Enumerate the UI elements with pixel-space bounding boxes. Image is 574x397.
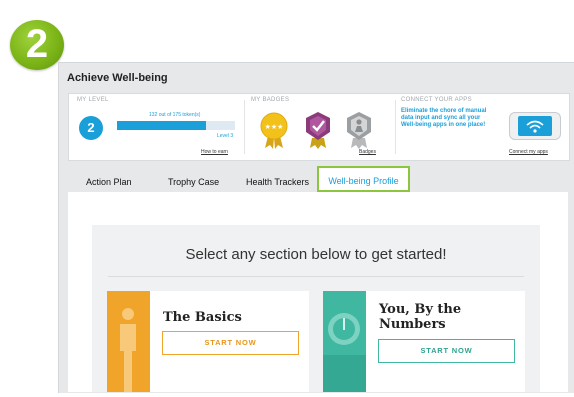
the-basics-title: The Basics — [163, 310, 242, 325]
step-number-badge: 2 — [10, 20, 64, 70]
tab-action-plan[interactable]: Action Plan — [86, 177, 132, 187]
how-to-earn-link[interactable]: How to earn — [201, 149, 228, 155]
page-title: Achieve Well-being — [67, 72, 168, 84]
divider — [108, 276, 524, 277]
my-level-label: MY LEVEL — [77, 97, 109, 103]
svg-text:★★★: ★★★ — [265, 123, 284, 131]
the-basics-card[interactable]: The Basics START NOW — [107, 291, 309, 392]
person-icon — [107, 291, 150, 392]
divider — [395, 100, 396, 154]
you-by-the-numbers-start-button[interactable]: START NOW — [378, 339, 515, 363]
tab-trophy-case[interactable]: Trophy Case — [168, 177, 219, 187]
step-number: 2 — [25, 22, 49, 66]
tab-health-trackers[interactable]: Health Trackers — [246, 177, 309, 187]
phone-wifi-icon — [509, 112, 561, 140]
tab-well-being-profile-label: Well-being Profile — [328, 176, 399, 186]
gray-person-badge-icon[interactable] — [344, 110, 374, 150]
token-count: 132 out of 175 token(s) — [149, 112, 201, 118]
my-badges-label: MY BADGES — [251, 97, 290, 103]
you-by-the-numbers-card[interactable]: You, By the Numbers START NOW — [323, 291, 525, 392]
gold-star-badge-icon[interactable]: ★★★ — [259, 110, 289, 150]
divider — [244, 100, 245, 154]
section-headline: Select any section below to get started! — [185, 246, 447, 263]
stats-panel: MY LEVEL 2 132 out of 175 token(s) Level… — [68, 93, 570, 161]
the-basics-start-button[interactable]: START NOW — [162, 331, 299, 355]
next-level-label: Level 3 — [217, 133, 234, 139]
purple-check-badge-icon[interactable] — [303, 110, 333, 150]
badges-link[interactable]: Badges — [359, 149, 376, 155]
tab-well-being-profile[interactable]: Well-being Profile — [317, 166, 410, 192]
level-progress-fill — [117, 121, 206, 130]
connect-my-apps-link[interactable]: Connect my apps — [509, 149, 548, 155]
level-circle: 2 — [79, 116, 103, 140]
wifi-icon — [526, 120, 544, 133]
you-by-the-numbers-title-line1: You, By the — [379, 302, 462, 317]
connect-apps-description: Eliminate the chore of manual data input… — [401, 108, 487, 128]
connect-apps-label: CONNECT YOUR APPS — [401, 97, 472, 103]
scale-icon — [323, 291, 366, 392]
you-by-the-numbers-title-line2: Numbers — [379, 317, 446, 332]
level-progress-bar — [117, 121, 235, 130]
